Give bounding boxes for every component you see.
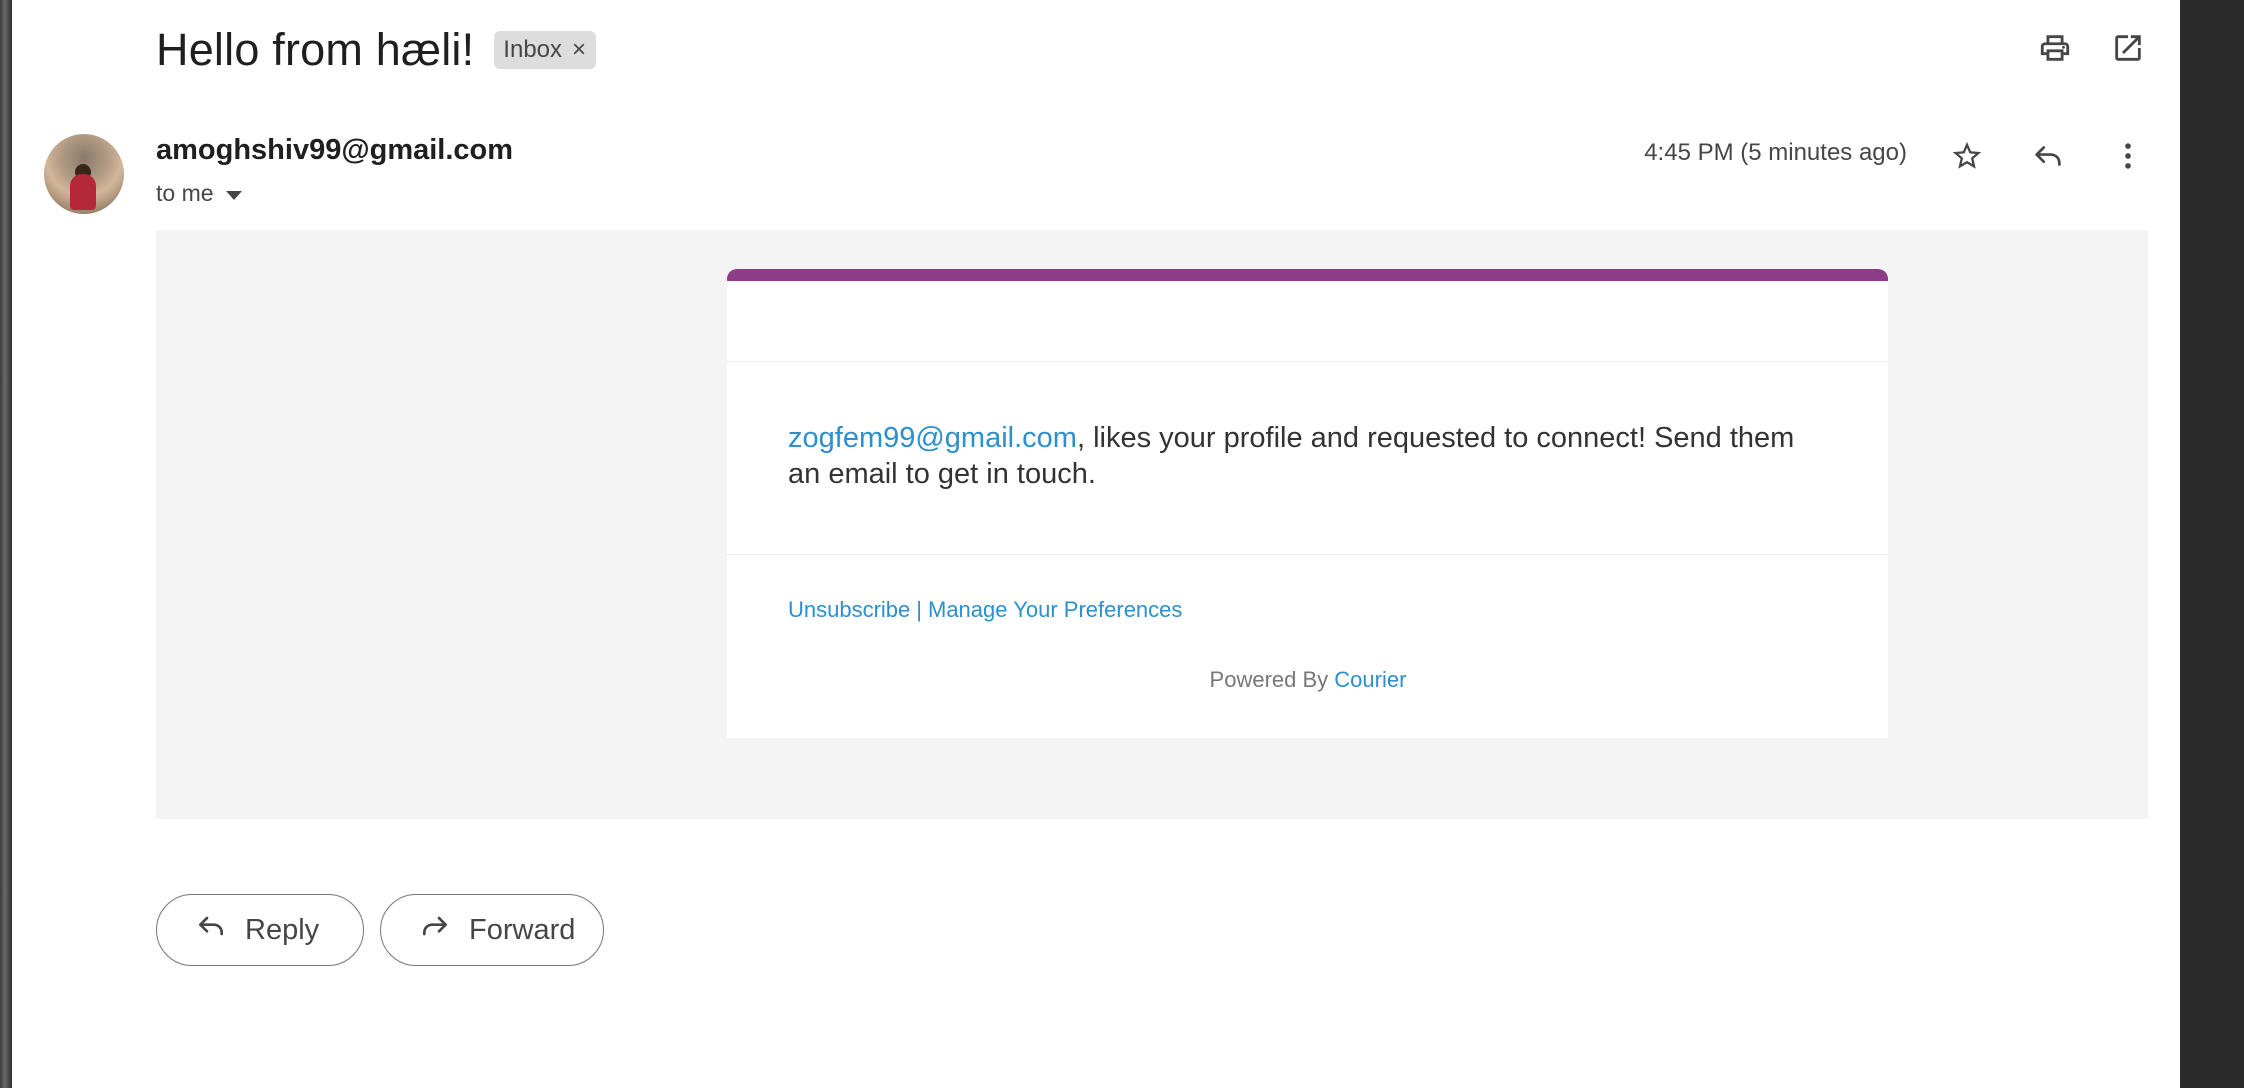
forward-button-label: Forward <box>469 913 576 946</box>
forward-button[interactable]: Forward <box>380 894 604 966</box>
powered-by: Powered By Courier <box>788 667 1828 693</box>
email-body: zogfem99@gmail.com, likes your profile a… <box>156 230 2148 819</box>
reply-button-label: Reply <box>245 913 320 946</box>
card-footer: Unsubscribe | Manage Your Preferences Powe… <box>727 555 1888 693</box>
email-subject: Hello from hæli! <box>156 24 475 75</box>
sender-avatar[interactable] <box>44 134 124 214</box>
open-in-new-window-icon[interactable] <box>2106 26 2150 70</box>
recipient-text: to me <box>156 180 214 206</box>
print-icon[interactable] <box>2033 26 2077 70</box>
card-message: zogfem99@gmail.com, likes your profile a… <box>727 362 1888 555</box>
requester-email-link[interactable]: zogfem99@gmail.com <box>788 422 1077 454</box>
window-edge-right <box>2180 0 2244 1088</box>
card-accent-bar <box>727 269 1888 281</box>
reply-button-icon <box>195 910 227 950</box>
powered-by-text: Powered By <box>1209 667 1329 692</box>
subject-row: Hello from hæli! Inbox × <box>156 20 597 80</box>
card-header-area <box>727 281 1888 362</box>
email-timestamp: 4:45 PM (5 minutes ago) <box>1644 139 1907 166</box>
avatar-photo-figure <box>70 174 96 210</box>
forward-icon <box>419 910 451 950</box>
sender-email[interactable]: amoghshiv99@gmail.com <box>156 134 513 167</box>
footer-links: Unsubscribe | Manage Your Preferences <box>788 597 1828 623</box>
inbox-label-chip[interactable]: Inbox × <box>494 31 597 69</box>
reply-button[interactable]: Reply <box>156 894 364 966</box>
manage-preferences-link[interactable]: Manage Your Preferences <box>928 597 1182 622</box>
notification-card: zogfem99@gmail.com, likes your profile a… <box>727 269 1888 738</box>
window-edge-left <box>0 0 12 1088</box>
star-icon[interactable] <box>1943 132 1991 180</box>
unsubscribe-link[interactable]: Unsubscribe <box>788 597 910 622</box>
label-chip-text: Inbox <box>503 36 563 63</box>
footer-separator: | <box>916 597 922 622</box>
remove-label-icon[interactable]: × <box>572 36 586 64</box>
courier-link[interactable]: Courier <box>1334 667 1406 692</box>
recipient-details-toggle[interactable]: to me <box>156 180 242 207</box>
arrow-drop-down-icon[interactable] <box>225 180 242 207</box>
more-vert-icon[interactable] <box>2104 132 2152 180</box>
reply-icon[interactable] <box>2024 132 2072 180</box>
